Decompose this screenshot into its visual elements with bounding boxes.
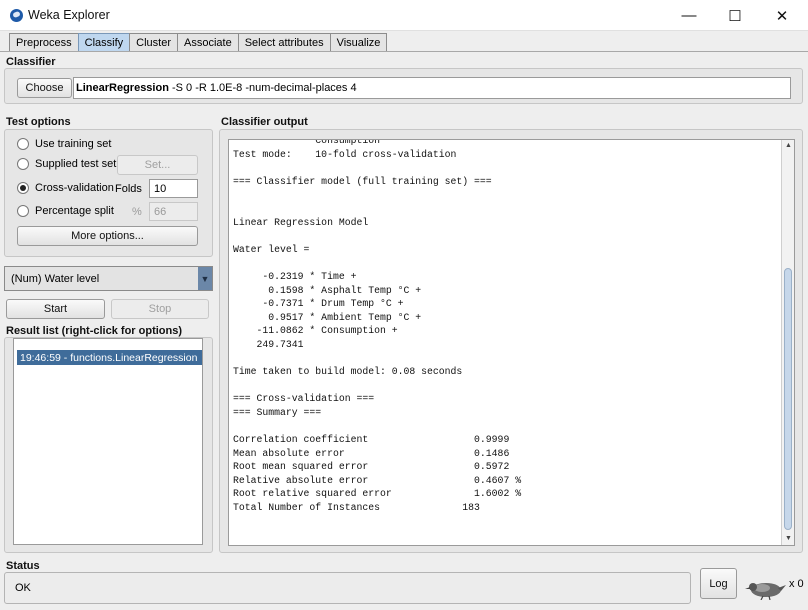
scroll-up-arrow-icon[interactable]: ▲ [785, 142, 792, 149]
task-count: x 0 [789, 578, 804, 590]
cross-validation-label: Cross-validation [35, 182, 114, 194]
output-line: === Cross-validation === [233, 393, 375, 405]
classifier-name: LinearRegression [76, 82, 169, 94]
output-line: === Classifier model (full training set)… [233, 175, 492, 187]
output-line: 0.1598 * Asphalt Temp °C + [233, 284, 422, 296]
folds-label: Folds [115, 183, 142, 195]
use-training-set-label: Use training set [35, 138, 112, 150]
output-line: Root relative squared error 1.6002 % [233, 488, 522, 500]
output-line: Test mode: 10-fold cross-validation [233, 148, 457, 160]
classifier-section-label: Classifier [6, 56, 56, 68]
tab-classify[interactable]: Classify [77, 33, 131, 52]
output-line: -11.0862 * Consumption + [233, 325, 398, 337]
result-list-section-label: Result list (right-click for options) [6, 325, 183, 337]
scroll-down-arrow-icon[interactable]: ▼ [785, 535, 792, 542]
folds-input[interactable]: 10 [149, 179, 198, 198]
status-section-label: Status [6, 560, 40, 572]
start-button[interactable]: Start [6, 299, 105, 319]
maximize-button[interactable]: ☐ [712, 0, 758, 31]
output-scrollbar[interactable]: ▲ ▼ [781, 140, 794, 545]
more-options-button[interactable]: More options... [17, 226, 198, 246]
output-line: -0.2319 * Time + [233, 270, 357, 282]
supplied-test-set-option[interactable]: Supplied test set [17, 158, 116, 170]
close-button[interactable]: ✕ [759, 0, 805, 31]
output-line: 0.9517 * Ambient Temp °C + [233, 311, 422, 323]
tab-visualize[interactable]: Visualize [329, 33, 388, 52]
use-training-set-radio[interactable] [17, 138, 29, 150]
target-attribute-value: (Num) Water level [11, 272, 100, 285]
percentage-split-radio[interactable] [17, 205, 29, 217]
tab-select-attributes[interactable]: Select attributes [237, 33, 331, 52]
weka-logo-icon [10, 9, 23, 22]
classifier-config-field[interactable]: LinearRegression -S 0 -R 1.0E-8 -num-dec… [73, 77, 791, 99]
output-line: Time taken to build model: 0.08 seconds [233, 366, 463, 378]
choose-button[interactable]: Choose [17, 78, 72, 98]
percentage-input[interactable]: 66 [149, 202, 198, 221]
result-list-item[interactable]: 19:46:59 - functions.LinearRegression [17, 350, 202, 365]
output-line: Relative absolute error 0.4607 % [233, 474, 522, 486]
output-line: Total Number of Instances 183 [233, 502, 480, 514]
set-test-set-button[interactable]: Set... [117, 155, 198, 175]
status-message: OK [4, 572, 691, 604]
tab-preprocess[interactable]: Preprocess [9, 33, 79, 52]
output-line: === Summary === [233, 406, 322, 418]
supplied-test-set-label: Supplied test set [35, 158, 117, 170]
output-line: 249.7341 [233, 338, 304, 350]
output-line: Mean absolute error 0.1486 [233, 447, 510, 459]
result-list[interactable]: 19:46:59 - functions.LinearRegression [13, 338, 203, 545]
use-training-set-option[interactable]: Use training set [17, 138, 111, 150]
weka-bird-icon[interactable] [745, 576, 787, 600]
tab-associate[interactable]: Associate [177, 33, 239, 52]
classifier-output-text-area[interactable]: Consumption Test mode: 10-fold cross-vali… [228, 139, 795, 546]
title-bar: Weka Explorer — ☐ ✕ [0, 0, 808, 31]
cross-validation-option[interactable]: Cross-validation [17, 182, 114, 194]
tab-divider [0, 51, 808, 52]
minimize-button[interactable]: — [666, 0, 712, 31]
classifier-options: -S 0 -R 1.0E-8 -num-decimal-places 4 [168, 82, 357, 94]
output-line: Correlation coefficient 0.9999 [233, 434, 510, 446]
output-line: Linear Regression Model [233, 216, 369, 228]
test-options-section-label: Test options [6, 116, 71, 128]
tab-bar: Preprocess Classify Cluster Associate Se… [9, 33, 388, 52]
chevron-down-icon[interactable]: ▼ [198, 267, 212, 290]
window-title: Weka Explorer [28, 8, 110, 22]
stop-button[interactable]: Stop [111, 299, 209, 319]
log-button[interactable]: Log [700, 568, 737, 599]
percentage-split-label: Percentage split [35, 205, 114, 217]
output-line: Root mean squared error 0.5972 [233, 461, 510, 473]
output-scrollbar-thumb[interactable] [784, 268, 792, 530]
percent-symbol: % [132, 206, 142, 218]
output-line: Consumption [233, 139, 380, 146]
target-attribute-select[interactable]: (Num) Water level ▼ [4, 266, 213, 291]
output-line: -0.7371 * Drum Temp °C + [233, 298, 404, 310]
classifier-output-text: Consumption Test mode: 10-fold cross-vali… [233, 139, 522, 515]
classifier-output-section-label: Classifier output [221, 116, 308, 128]
output-line: Water level = [233, 243, 310, 255]
supplied-test-set-radio[interactable] [17, 158, 29, 170]
cross-validation-radio[interactable] [17, 182, 29, 194]
percentage-split-option[interactable]: Percentage split [17, 205, 114, 217]
tab-cluster[interactable]: Cluster [129, 33, 178, 52]
